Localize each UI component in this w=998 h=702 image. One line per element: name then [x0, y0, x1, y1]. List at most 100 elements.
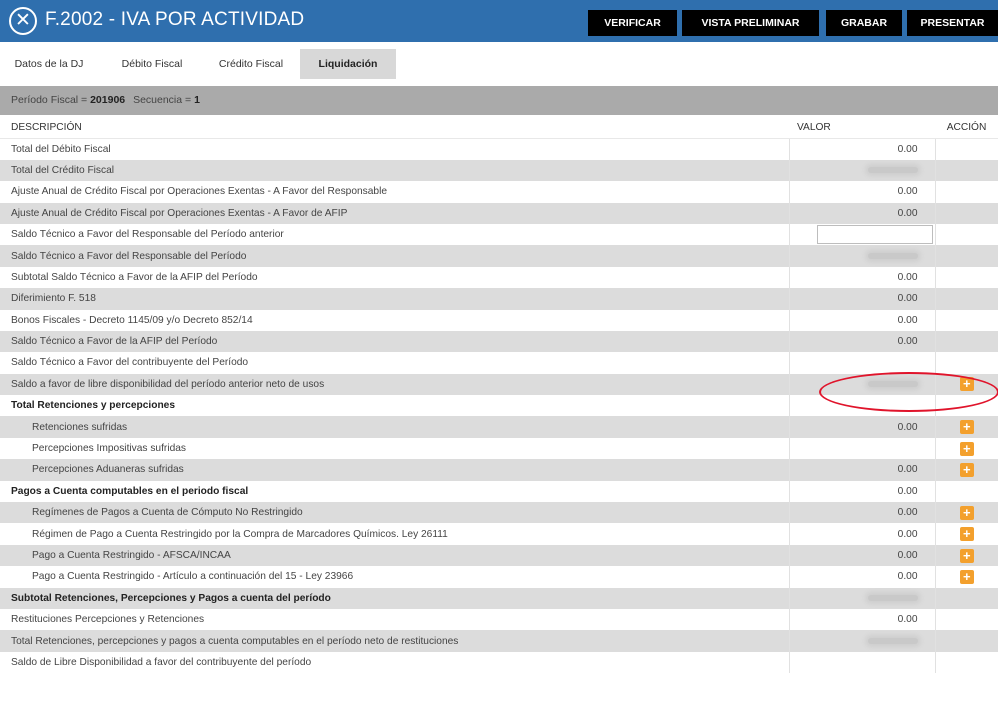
redacted-value — [867, 381, 918, 388]
row-value — [788, 245, 936, 267]
vista-preliminar-button[interactable]: VISTA PRELIMINAR — [682, 10, 819, 36]
tab-datos-dj[interactable]: Datos de la DJ — [8, 49, 90, 79]
header-valor: VALOR — [789, 117, 935, 139]
table-row: Régimen de Pago a Cuenta Restringido por… — [0, 523, 998, 545]
row-value: 0.00 — [788, 181, 936, 203]
table-row: Pago a Cuenta Restringido - Artículo a c… — [0, 566, 998, 588]
row-value: 0.00 — [788, 523, 936, 545]
window-title: F.2002 - IVA POR ACTIVIDAD — [45, 9, 305, 30]
table-row: Saldo a favor de libre disponibilidad de… — [0, 373, 998, 396]
row-description: Diferimiento F. 518 — [0, 288, 789, 310]
close-icon[interactable]: ✕ — [9, 7, 37, 35]
table-row: Saldo Técnico a Favor del contribuyente … — [0, 352, 998, 374]
row-value: 0.00 — [788, 309, 936, 331]
row-description: Saldo a favor de libre disponibilidad de… — [0, 373, 789, 396]
row-description: Ajuste Anual de Crédito Fiscal por Opera… — [0, 202, 789, 224]
row-action: + — [935, 459, 998, 481]
row-value: 0.00 — [788, 416, 936, 438]
row-action — [935, 330, 998, 353]
table-row: Total Retenciones, percepciones y pagos … — [0, 630, 998, 652]
row-description: Pago a Cuenta Restringido - AFSCA/INCAA — [0, 544, 789, 567]
table-row: Pago a Cuenta Restringido - AFSCA/INCAA … — [0, 544, 998, 567]
row-description: Restituciones Percepciones y Retenciones — [0, 608, 789, 631]
row-description: Subtotal Saldo Técnico a Favor de la AFI… — [0, 266, 789, 289]
row-value — [788, 159, 936, 182]
row-action — [935, 651, 998, 674]
table-row: Percepciones Impositivas sufridas + — [0, 437, 998, 460]
liquidacion-table: DESCRIPCIÓN VALOR ACCIÓN Total del Débit… — [0, 117, 998, 674]
row-action — [935, 630, 998, 652]
table-row: Bonos Fiscales - Decreto 1145/09 y/o Dec… — [0, 309, 998, 331]
table-row: Retenciones sufridas 0.00 + — [0, 416, 998, 438]
row-value — [788, 587, 936, 609]
row-action: + — [935, 416, 998, 438]
plus-icon[interactable]: + — [959, 527, 974, 542]
plus-icon[interactable]: + — [959, 462, 974, 477]
row-action — [935, 266, 998, 289]
presentar-button[interactable]: PRESENTAR — [907, 10, 998, 36]
table-row: Saldo Técnico a Favor del Responsable de… — [0, 223, 998, 246]
plus-icon[interactable]: + — [959, 441, 974, 456]
row-action: + — [935, 523, 998, 545]
row-action — [935, 245, 998, 267]
row-description: Total Retenciones, percepciones y pagos … — [0, 630, 789, 652]
row-action — [935, 159, 998, 182]
plus-icon[interactable]: + — [959, 505, 974, 520]
row-description: Percepciones Aduaneras sufridas — [0, 459, 789, 481]
row-value: 0.00 — [788, 544, 936, 567]
periodo-label: Período Fiscal = — [11, 94, 88, 106]
row-action — [935, 352, 998, 374]
row-value: 0.00 — [788, 502, 936, 524]
tab-debito-fiscal[interactable]: Débito Fiscal — [110, 49, 194, 79]
table-header: DESCRIPCIÓN VALOR ACCIÓN — [0, 117, 998, 139]
row-description: Saldo Técnico a Favor del Responsable de… — [0, 245, 789, 267]
row-description: Total del Débito Fiscal — [0, 138, 789, 160]
table-row: Subtotal Saldo Técnico a Favor de la AFI… — [0, 266, 998, 289]
verificar-button[interactable]: VERIFICAR — [588, 10, 677, 36]
table-row: Regímenes de Pagos a Cuenta de Cómputo N… — [0, 502, 998, 524]
row-action — [935, 587, 998, 609]
periodo-value: 201906 — [90, 94, 126, 106]
row-description: Ajuste Anual de Crédito Fiscal por Opera… — [0, 181, 789, 203]
row-description: Regímenes de Pagos a Cuenta de Cómputo N… — [0, 502, 789, 524]
row-action — [935, 202, 998, 224]
row-description: Subtotal Retenciones, Percepciones y Pag… — [0, 587, 789, 609]
row-value: 0.00 — [788, 202, 936, 224]
row-value: 0.00 — [788, 566, 936, 588]
row-value — [788, 223, 936, 246]
table-row: Saldo Técnico a Favor de la AFIP del Per… — [0, 330, 998, 353]
row-value: 0.00 — [788, 608, 936, 631]
table-row: Subtotal Retenciones, Percepciones y Pag… — [0, 587, 998, 609]
row-action — [935, 480, 998, 503]
row-action — [935, 138, 998, 160]
row-action: + — [935, 502, 998, 524]
row-action — [935, 608, 998, 631]
saldo-anterior-input[interactable] — [816, 225, 933, 245]
plus-icon[interactable]: + — [959, 548, 974, 563]
row-value — [788, 651, 936, 674]
row-value: 0.00 — [788, 266, 936, 289]
table-row: Saldo Técnico a Favor del Responsable de… — [0, 245, 998, 267]
secuencia-label: Secuencia = — [133, 94, 192, 106]
row-description: Régimen de Pago a Cuenta Restringido por… — [0, 523, 789, 545]
redacted-value — [867, 637, 918, 644]
row-description: Saldo Técnico a Favor de la AFIP del Per… — [0, 330, 789, 353]
tab-credito-fiscal[interactable]: Crédito Fiscal — [205, 49, 297, 79]
row-action: + — [935, 437, 998, 460]
grabar-button[interactable]: GRABAR — [826, 10, 902, 36]
tab-liquidacion[interactable]: Liquidación — [300, 49, 396, 79]
row-value — [788, 630, 936, 652]
header-descripcion: DESCRIPCIÓN — [0, 117, 789, 139]
plus-icon[interactable]: + — [959, 569, 974, 584]
plus-icon[interactable]: + — [959, 420, 974, 435]
plus-icon[interactable]: + — [959, 377, 974, 392]
row-value — [788, 395, 936, 417]
header-accion: ACCIÓN — [935, 117, 998, 139]
secuencia-value: 1 — [194, 94, 200, 106]
row-description: Bonos Fiscales - Decreto 1145/09 y/o Dec… — [0, 309, 789, 331]
table-row: Saldo de Libre Disponibilidad a favor de… — [0, 651, 998, 674]
row-description: Saldo Técnico a Favor del contribuyente … — [0, 352, 789, 374]
row-description: Saldo de Libre Disponibilidad a favor de… — [0, 651, 789, 674]
row-value — [788, 437, 936, 460]
title-bar: ✕ F.2002 - IVA POR ACTIVIDAD VERIFICAR V… — [0, 0, 998, 42]
